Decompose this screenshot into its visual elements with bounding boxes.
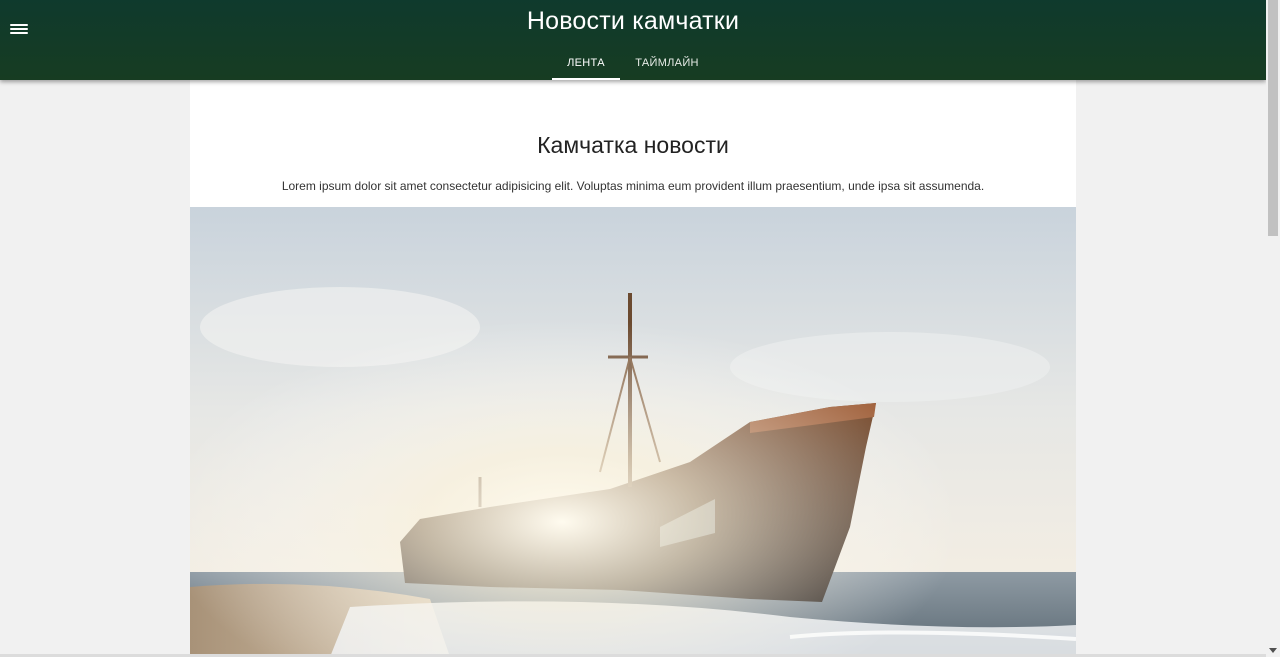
tab-feed[interactable]: ЛЕНТА [552, 46, 620, 80]
news-card: Камчатка новости Lorem ipsum dolor sit a… [190, 80, 1076, 657]
app-title: Новости камчатки [526, 7, 740, 35]
card-title: Камчатка новости [537, 132, 729, 158]
tab-timeline[interactable]: ТАЙМЛАЙН [620, 46, 714, 80]
scroll-down-arrow-icon[interactable] [1269, 648, 1277, 653]
tab-bar: ЛЕНТА ТАЙМЛАЙН [552, 46, 714, 80]
card-text: Lorem ipsum dolor sit amet consectetur a… [281, 179, 985, 193]
scrollbar-thumb[interactable] [1268, 0, 1278, 236]
app-header: Новости камчатки ЛЕНТА ТАЙМЛАЙН [0, 0, 1266, 80]
hero-shipwreck-image [190, 207, 1076, 657]
vertical-scrollbar[interactable] [1266, 0, 1280, 657]
